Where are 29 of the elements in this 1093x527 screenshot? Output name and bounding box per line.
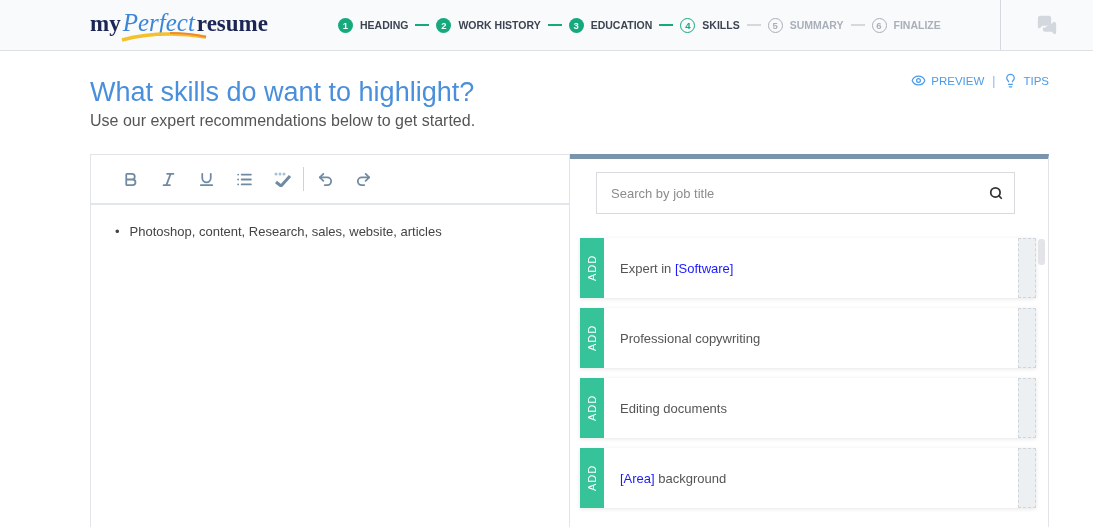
page-subtitle: Use our expert recommendations below to get started. (90, 112, 476, 130)
step-label[interactable]: SKILLS (702, 19, 740, 31)
suggestion-text[interactable]: Expert in [Software] (604, 260, 1018, 276)
suggestion-text[interactable]: Editing documents (604, 400, 1018, 416)
search-field[interactable]: Search by job title (596, 172, 1015, 214)
step-label[interactable]: HEADING (360, 19, 409, 31)
drag-handle[interactable] (1018, 448, 1036, 508)
spellcheck-icon (272, 171, 292, 187)
redo-icon (354, 170, 372, 188)
undo-icon (316, 170, 334, 188)
drag-handle[interactable] (1018, 308, 1036, 368)
scrollbar-thumb[interactable] (1038, 239, 1045, 265)
step-number: 2 (436, 17, 452, 33)
suggestion-text[interactable]: [Area] background (604, 470, 1018, 486)
step-number: 1 (338, 17, 353, 33)
separator: | (992, 73, 996, 88)
skill-text: Photoshop, content, Research, sales, website, articles (129, 223, 442, 241)
drag-handle[interactable] (1018, 238, 1036, 298)
search-icon[interactable] (989, 186, 1003, 200)
logo[interactable]: myPerfectresume (90, 8, 268, 42)
step-label[interactable]: EDUCATION (590, 19, 653, 31)
page-title: What skills do want to highlight? (90, 77, 476, 108)
suggestion-text[interactable]: Professional copywriting (604, 330, 1018, 346)
underline-icon (197, 170, 215, 188)
eye-icon (911, 73, 927, 88)
drag-handle[interactable] (1018, 378, 1036, 438)
bullet-marker: • (115, 223, 120, 241)
step-label[interactable]: WORK HISTORY (458, 19, 541, 31)
step-number: 3 (568, 17, 584, 33)
